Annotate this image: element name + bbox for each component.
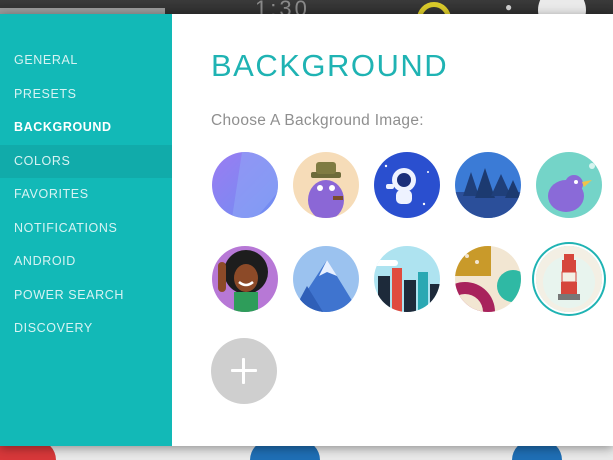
lighthouse-image: [536, 246, 602, 312]
background-thumb-purple-bird[interactable]: [536, 152, 602, 218]
mountain-image: [293, 246, 359, 312]
background-thumb-monster-with-pipe[interactable]: [293, 152, 359, 218]
background-thumb-pine-forest[interactable]: [455, 152, 521, 218]
sidebar-item-notifications[interactable]: NOTIFICATIONS: [0, 212, 172, 246]
background-thumb-purple-gradient[interactable]: [212, 152, 278, 218]
settings-dialog: GENERAL PRESETS BACKGROUND COLORS FAVORI…: [0, 14, 613, 446]
background-thumb-mountain[interactable]: [293, 246, 359, 312]
astronaut-image: [374, 152, 440, 218]
page-title: BACKGROUND: [211, 48, 449, 83]
sidebar-item-presets[interactable]: PRESETS: [0, 78, 172, 112]
background-thumb-astronaut[interactable]: [374, 152, 440, 218]
settings-nav: GENERAL PRESETS BACKGROUND COLORS FAVORI…: [0, 44, 172, 346]
background-user-icon: ●: [505, 0, 513, 14]
settings-content: BACKGROUND Choose A Background Image:: [172, 14, 613, 446]
add-background-button[interactable]: [211, 338, 277, 404]
section-subtitle: Choose A Background Image:: [211, 112, 424, 129]
monster-with-pipe-image: [293, 152, 359, 218]
purple-bird-image: [536, 152, 602, 218]
abstract-shapes-image: [455, 246, 521, 312]
sidebar-item-favorites[interactable]: FAVORITES: [0, 178, 172, 212]
sidebar-item-general[interactable]: GENERAL: [0, 44, 172, 78]
afro-woman-image: [212, 246, 278, 312]
background-thumb-city-skyline[interactable]: [374, 246, 440, 312]
sidebar-item-android[interactable]: ANDROID: [0, 245, 172, 279]
background-thumb-abstract-shapes[interactable]: [455, 246, 521, 312]
sidebar-item-colors[interactable]: COLORS: [0, 144, 172, 178]
background-thumb-afro-woman[interactable]: [212, 246, 278, 312]
city-skyline-image: [374, 246, 440, 312]
pine-forest-image: [455, 152, 521, 218]
background-thumb-lighthouse[interactable]: [536, 246, 602, 312]
settings-sidebar: GENERAL PRESETS BACKGROUND COLORS FAVORI…: [0, 14, 172, 446]
sidebar-item-discovery[interactable]: DISCOVERY: [0, 312, 172, 346]
purple-gradient-image: [212, 152, 278, 218]
sidebar-item-power-search[interactable]: POWER SEARCH: [0, 279, 172, 313]
sidebar-item-background[interactable]: BACKGROUND: [0, 111, 172, 145]
